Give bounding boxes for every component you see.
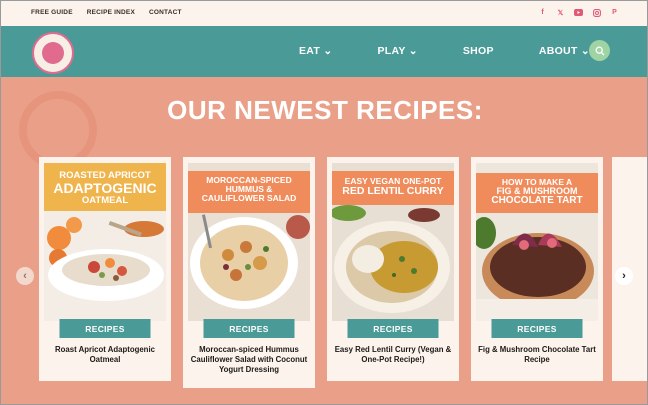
- social-links: f 𝕏 P: [538, 8, 619, 17]
- banner-line: OATMEAL: [81, 194, 129, 206]
- top-nav: FREE GUIDE RECIPE INDEX CONTACT: [31, 9, 182, 16]
- banner-line: RED LENTIL CURRY: [342, 184, 444, 197]
- search-button[interactable]: [589, 40, 610, 61]
- x-icon[interactable]: 𝕏: [556, 8, 565, 17]
- recipe-title[interactable]: Moroccan-spiced Hummus Cauliflower Salad…: [187, 345, 311, 375]
- recipe-card[interactable]: ROASTED APRICOT ADAPTOGENIC OATMEAL RECI…: [39, 157, 171, 381]
- recipe-image: MOROCCAN-SPICED HUMMUS & CAULIFLOWER SAL…: [188, 163, 310, 321]
- recipe-title[interactable]: Easy Red Lentil Curry (Vegan & One-Pot R…: [331, 345, 455, 365]
- recipe-image: HOW TO MAKE A FIG & MUSHROOM CHOCOLATE T…: [476, 163, 598, 321]
- search-icon: [595, 46, 604, 55]
- chevron-left-icon: ‹: [23, 270, 27, 282]
- site-logo[interactable]: [32, 32, 74, 74]
- nav-shop[interactable]: SHOP: [463, 45, 494, 57]
- free-guide-link[interactable]: FREE GUIDE: [31, 9, 73, 16]
- nav-about[interactable]: ABOUT ⌄: [539, 45, 590, 57]
- youtube-icon[interactable]: [574, 8, 583, 17]
- nav-play-label: PLAY: [377, 45, 406, 57]
- chevron-down-icon: ⌄: [323, 45, 333, 57]
- nav-about-label: ABOUT: [538, 45, 578, 57]
- nav-shop-label: SHOP: [462, 45, 494, 57]
- recipes-button[interactable]: RECIPES: [347, 319, 439, 338]
- instagram-icon[interactable]: [592, 8, 601, 17]
- nav-menu: EAT ⌄ PLAY ⌄ SHOP ABOUT ⌄: [299, 45, 635, 57]
- section-heading: OUR NEWEST RECIPES:: [167, 95, 483, 125]
- top-bar: FREE GUIDE RECIPE INDEX CONTACT f 𝕏 P: [1, 1, 647, 26]
- chevron-down-icon: ⌄: [408, 45, 418, 57]
- recipe-image: ROASTED APRICOT ADAPTOGENIC OATMEAL: [44, 163, 166, 321]
- contact-link[interactable]: CONTACT: [149, 9, 182, 16]
- main-nav: EAT ⌄ PLAY ⌄ SHOP ABOUT ⌄: [1, 26, 647, 77]
- recipe-image: EASY VEGAN ONE-POT RED LENTIL CURRY: [332, 163, 454, 321]
- recipe-title[interactable]: Fig & Mushroom Chocolate Tart Recipe: [475, 345, 599, 365]
- nav-play[interactable]: PLAY ⌄: [377, 45, 417, 57]
- banner-line: CAULIFLOWER SALAD: [201, 192, 297, 203]
- facebook-icon[interactable]: f: [538, 8, 547, 17]
- card-banner: MOROCCAN-SPICED HUMMUS & CAULIFLOWER SAL…: [188, 176, 310, 203]
- recipe-card[interactable]: HOW TO MAKE A FIG & MUSHROOM CHOCOLATE T…: [471, 157, 603, 381]
- recipe-card[interactable]: MOROCCAN-SPICED HUMMUS & CAULIFLOWER SAL…: [183, 157, 315, 388]
- card-banner: HOW TO MAKE A FIG & MUSHROOM CHOCOLATE T…: [476, 178, 598, 207]
- recipes-button[interactable]: RECIPES: [59, 319, 151, 338]
- recipe-card[interactable]: EASY VEGAN ONE-POT RED LENTIL CURRY RECI…: [327, 157, 459, 381]
- carousel-prev-button[interactable]: ‹: [16, 267, 34, 285]
- pinterest-icon[interactable]: P: [610, 8, 619, 17]
- chevron-right-icon: ›: [622, 270, 626, 282]
- recipe-index-link[interactable]: RECIPE INDEX: [87, 9, 135, 16]
- card-banner: ROASTED APRICOT ADAPTOGENIC OATMEAL: [44, 171, 166, 206]
- recipes-button[interactable]: RECIPES: [491, 319, 583, 338]
- logo-mark: [42, 42, 64, 64]
- carousel-next-button[interactable]: ›: [615, 267, 633, 285]
- card-banner: EASY VEGAN ONE-POT RED LENTIL CURRY: [332, 177, 454, 197]
- banner-line: CHOCOLATE TART: [491, 195, 583, 207]
- nav-eat[interactable]: EAT ⌄: [299, 45, 332, 57]
- recipes-button[interactable]: RECIPES: [203, 319, 295, 338]
- nav-eat-label: EAT: [299, 45, 321, 57]
- banner-line: ADAPTOGENIC: [53, 179, 157, 196]
- recipe-title[interactable]: Roast Apricot Adaptogenic Oatmeal: [43, 345, 167, 365]
- page: FREE GUIDE RECIPE INDEX CONTACT f 𝕏 P EA…: [0, 0, 648, 405]
